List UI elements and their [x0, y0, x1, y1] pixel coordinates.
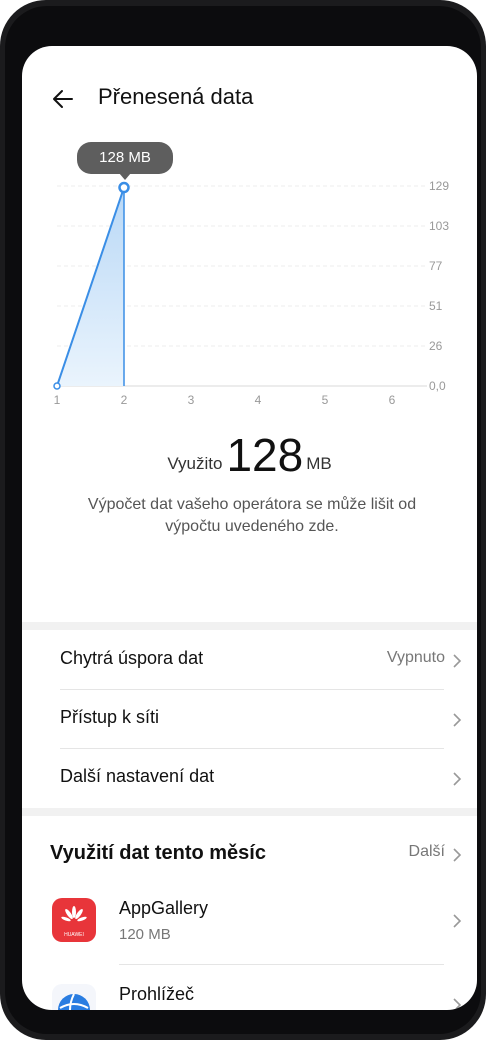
- chevron-right-icon: [453, 772, 462, 786]
- app-name: AppGallery: [119, 898, 209, 918]
- chevron-right-icon: [453, 998, 462, 1010]
- y-tick-label: 51: [429, 299, 443, 313]
- page-title: Přenesená data: [98, 84, 254, 109]
- y-tick-label: 0,0: [429, 379, 446, 393]
- huawei-wordmark: HUAWEI: [64, 932, 84, 938]
- divider: [60, 748, 444, 749]
- divider: [119, 964, 444, 965]
- phone-frame: Přenesená data 129 103 77 51 26 0,0 1 2 3 4 5 6 128…: [0, 0, 486, 1040]
- x-tick-label: 3: [188, 393, 195, 407]
- x-tick-label: 4: [255, 393, 262, 407]
- data-point: [53, 382, 61, 390]
- x-tick-label: 1: [54, 393, 61, 407]
- globe-icon: [58, 993, 90, 1010]
- usage-summary: Využito 128 MB: [22, 428, 477, 482]
- section-separator: [22, 622, 477, 630]
- more-data-settings-row[interactable]: Další nastavení dat: [22, 750, 477, 808]
- screen: Přenesená data 129 103 77 51 26 0,0 1 2 3 4 5 6 128…: [22, 46, 477, 1010]
- smart-data-saver-value: Vypnuto: [386, 649, 445, 666]
- chevron-right-icon: [453, 713, 462, 727]
- more-data-settings-label: Další nastavení dat: [60, 766, 215, 786]
- usage-chart: 129 103 77 51 26 0,0 1 2 3 4 5 6: [53, 179, 449, 407]
- data-point-selected: [118, 181, 130, 194]
- x-tick-label: 2: [121, 393, 128, 407]
- monthly-more-link[interactable]: Další: [409, 843, 445, 861]
- chevron-right-icon: [453, 654, 462, 668]
- chevron-right-icon: [453, 914, 462, 928]
- usage-label: Využito: [167, 454, 223, 473]
- browser-icon: [52, 984, 96, 1010]
- network-access-label: Přístup k síti: [60, 707, 160, 727]
- y-tick-label: 77: [429, 259, 443, 273]
- usage-unit: MB: [306, 454, 332, 473]
- header: Přenesená data: [22, 76, 477, 120]
- y-tick-label: 26: [429, 339, 443, 353]
- x-tick-label: 6: [389, 393, 396, 407]
- monthly-usage-title: Využití dat tento měsíc: [50, 842, 266, 864]
- app-name: Prohlížeč: [119, 984, 195, 1004]
- usage-value: 128: [226, 429, 304, 481]
- chevron-right-icon[interactable]: [452, 848, 462, 862]
- section-separator: [22, 808, 477, 816]
- back-arrow-icon[interactable]: [46, 82, 80, 116]
- app-size: 120 MB: [119, 926, 171, 943]
- huawei-logo-icon: HUAWEI: [61, 906, 87, 938]
- y-tick-label: 103: [429, 219, 449, 233]
- divider: [60, 689, 444, 690]
- network-access-row[interactable]: Přístup k síti: [22, 691, 477, 749]
- huawei-appgallery-icon: HUAWEI: [52, 898, 96, 942]
- smart-data-saver-label: Chytrá úspora dat: [60, 648, 204, 668]
- smart-data-saver-row[interactable]: Chytrá úspora dat Vypnuto: [22, 632, 477, 690]
- chart-tooltip: 128 MB: [77, 142, 173, 180]
- operator-note: Výpočet dat vašeho operátora se může liš…: [87, 496, 417, 535]
- x-tick-label: 5: [322, 393, 329, 407]
- y-tick-label: 129: [429, 179, 449, 193]
